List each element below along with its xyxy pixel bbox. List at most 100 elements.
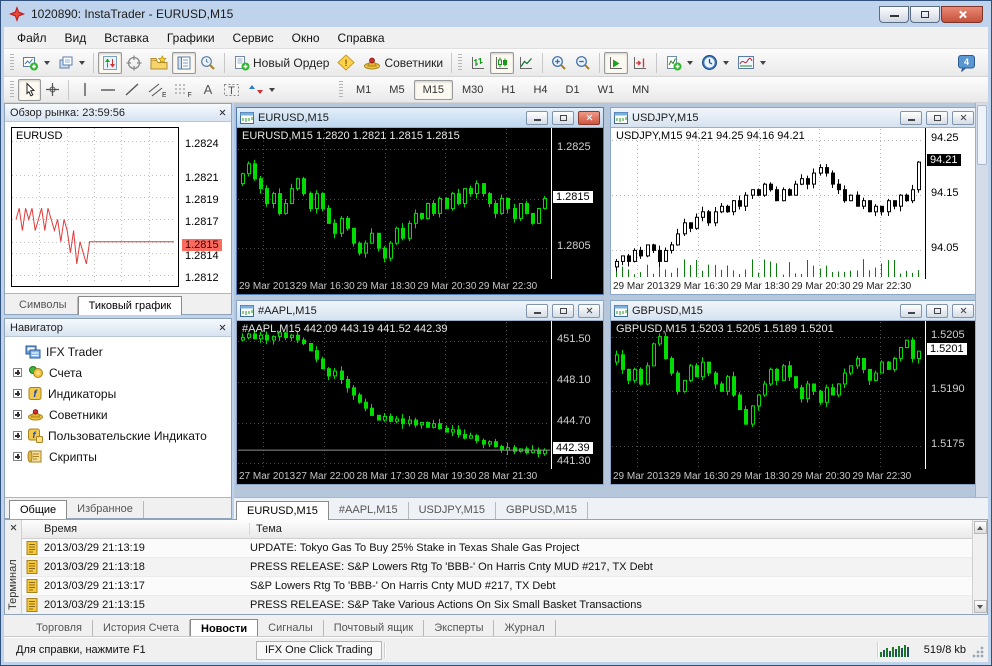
toolbar-grip[interactable]	[339, 80, 343, 99]
profiles-button[interactable]	[54, 52, 89, 74]
chart-shift-button[interactable]	[628, 52, 652, 74]
chart-tab-gbpusd[interactable]: GBPUSD,M15	[496, 502, 588, 519]
news-scrollbar[interactable]	[972, 520, 987, 614]
indicators-button[interactable]	[661, 52, 697, 74]
expand-icon[interactable]	[13, 389, 22, 398]
expand-icon[interactable]	[13, 410, 22, 419]
chart-restore-button[interactable]	[926, 110, 948, 125]
navigator-toggle[interactable]	[146, 52, 172, 74]
tab-experts[interactable]: Эксперты	[424, 620, 495, 637]
chart-tab-eurusd[interactable]: EURUSD,M15	[236, 501, 329, 520]
horizontal-line-tool[interactable]	[96, 79, 120, 101]
warning-button[interactable]: !	[333, 52, 359, 74]
candlestick-type-button[interactable]	[490, 51, 515, 74]
toolbar-grip[interactable]	[458, 53, 463, 72]
toolbar-grip[interactable]	[10, 80, 14, 99]
cursor-tool-button[interactable]	[18, 78, 41, 101]
toolbar-grip[interactable]	[10, 53, 14, 72]
tab-journal[interactable]: Журнал	[494, 620, 556, 637]
chart-restore-button[interactable]	[926, 303, 948, 318]
workspace-scrollbar[interactable]	[975, 103, 988, 497]
tab-signals[interactable]: Сигналы	[258, 620, 324, 637]
trendline-tool[interactable]	[120, 79, 144, 101]
chart-minimize-button[interactable]	[900, 303, 922, 318]
timeframe-d1[interactable]: D1	[557, 80, 589, 100]
menu-file[interactable]: Файл	[8, 29, 56, 47]
tree-item-accounts[interactable]: Счета	[11, 362, 229, 383]
line-chart-type-button[interactable]	[514, 52, 538, 74]
timeframe-m30[interactable]: M30	[453, 80, 492, 100]
templates-button[interactable]	[733, 52, 770, 74]
chart-minimize-button[interactable]	[900, 110, 922, 125]
chart-window-titlebar[interactable]: #AAPL,M15	[237, 301, 603, 320]
terminal-toggle[interactable]	[172, 51, 196, 74]
tab-account-history[interactable]: История Счета	[93, 620, 191, 637]
timeframe-mn[interactable]: MN	[623, 80, 658, 100]
chart-window-titlebar[interactable]: GBPUSD,M15	[611, 301, 977, 320]
chart-canvas[interactable]: #AAPL,M15 442.09 443.19 441.52 442.39 45…	[237, 320, 603, 484]
tab-mailbox[interactable]: Почтовый ящик	[324, 620, 425, 637]
strategy-tester-toggle[interactable]	[196, 52, 220, 74]
column-time[interactable]: Время	[22, 523, 250, 535]
scrollbar-thumb[interactable]	[977, 105, 987, 165]
chart-window-titlebar[interactable]: USDJPY,M15	[611, 108, 977, 127]
news-row[interactable]: 2013/03/29 21:13:17 S&P Lowers Rtg To 'B…	[22, 577, 972, 596]
chart-close-button[interactable]	[952, 110, 974, 125]
equidistant-channel-tool[interactable]: E	[144, 79, 170, 101]
tab-trade[interactable]: Торговля	[26, 620, 93, 637]
tree-item-root[interactable]: IFX Trader	[11, 341, 229, 362]
text-label-tool[interactable]: T	[219, 79, 244, 101]
tab-common[interactable]: Общие	[9, 500, 68, 519]
timeframe-h1[interactable]: H1	[492, 80, 524, 100]
chart-canvas[interactable]: EURUSD,M15 1.2820 1.2821 1.2815 1.2815 1…	[237, 127, 603, 294]
tab-symbols[interactable]: Символы	[9, 297, 78, 314]
expand-icon[interactable]	[13, 431, 22, 440]
periods-button[interactable]	[697, 52, 733, 74]
timeframe-m1[interactable]: M1	[347, 80, 380, 100]
timeframe-m15[interactable]: M15	[413, 79, 453, 100]
menu-view[interactable]: Вид	[56, 29, 96, 47]
chart-canvas[interactable]: USDJPY,M15 94.21 94.25 94.16 94.21 94.25…	[611, 127, 977, 294]
arrows-tool[interactable]	[244, 79, 279, 101]
chart-tab-usdjpy[interactable]: USDJPY,M15	[409, 502, 497, 519]
zoom-out-button[interactable]	[571, 52, 595, 74]
timeframe-h4[interactable]: H4	[524, 80, 556, 100]
timeframe-w1[interactable]: W1	[589, 80, 624, 100]
menu-help[interactable]: Справка	[329, 29, 394, 47]
chart-minimize-button[interactable]	[526, 110, 548, 125]
new-order-button[interactable]: Новый Ордер	[229, 52, 333, 74]
chart-minimize-button[interactable]	[526, 303, 548, 318]
auto-scroll-button[interactable]	[604, 51, 629, 74]
terminal-close-button[interactable]	[7, 521, 20, 534]
news-row[interactable]: 2013/03/29 21:13:19 UPDATE: Tokyo Gas To…	[22, 539, 972, 558]
tab-news[interactable]: Новости	[190, 619, 259, 638]
tree-item-indicators[interactable]: f Индикаторы	[11, 383, 229, 404]
tick-chart-plot[interactable]: EURUSD	[11, 127, 179, 287]
chart-window-titlebar[interactable]: EURUSD,M15	[237, 108, 603, 127]
menu-tools[interactable]: Сервис	[224, 29, 283, 47]
chart-close-button[interactable]	[952, 303, 974, 318]
chart-canvas[interactable]: GBPUSD,M15 1.5203 1.5205 1.5189 1.5201 1…	[611, 320, 977, 484]
chart-tab-aapl[interactable]: #AAPL,M15	[329, 502, 409, 519]
market-watch-toggle[interactable]	[98, 51, 122, 74]
news-row[interactable]: 2013/03/29 21:13:15 PRESS RELEASE: S&P T…	[22, 596, 972, 614]
tab-tick-chart[interactable]: Тиковый график	[77, 296, 183, 315]
advisors-button[interactable]: Советники	[359, 52, 447, 74]
tick-chart-area[interactable]: EURUSD 1.2824 1.2821 1.2819 1.2817 1.2815 1.2…	[5, 122, 231, 293]
timeframe-m5[interactable]: M5	[380, 80, 413, 100]
menu-charts[interactable]: Графики	[158, 29, 224, 47]
fibonacci-tool[interactable]: F	[170, 79, 196, 101]
minimize-button[interactable]	[879, 5, 909, 23]
chart-restore-button[interactable]	[552, 110, 574, 125]
menu-insert[interactable]: Вставка	[95, 29, 158, 47]
tree-item-scripts[interactable]: Скрипты	[11, 446, 229, 467]
restore-button[interactable]	[910, 5, 940, 23]
tree-item-advisors[interactable]: Советники	[11, 404, 229, 425]
chart-close-button[interactable]	[578, 110, 600, 125]
new-chart-button[interactable]	[18, 52, 54, 74]
vertical-line-tool[interactable]	[73, 79, 96, 101]
news-row[interactable]: 2013/03/29 21:13:18 PRESS RELEASE: S&P L…	[22, 558, 972, 577]
scroll-down-button[interactable]	[973, 600, 987, 613]
chart-restore-button[interactable]	[552, 303, 574, 318]
one-click-trading-cell[interactable]: IFX One Click Trading	[256, 640, 382, 660]
